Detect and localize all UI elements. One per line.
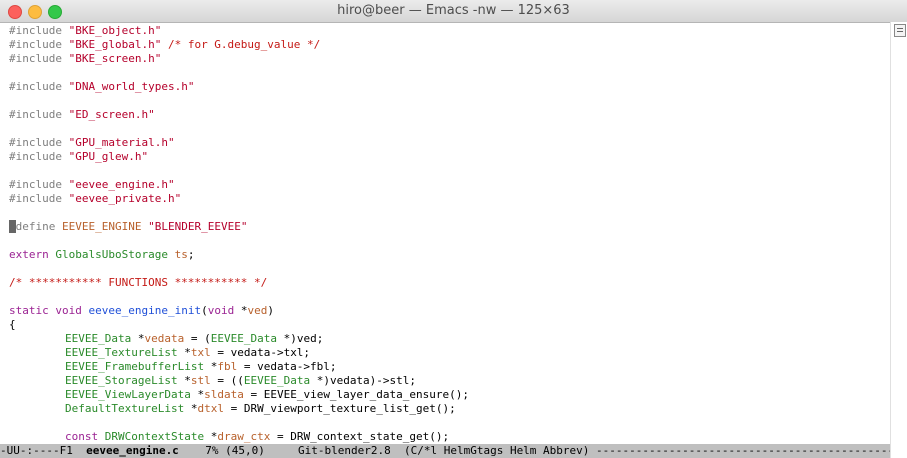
- code-line: #include "GPU_glew.h": [9, 150, 149, 163]
- mode-line: -UU-:----F1 eevee_engine.c 7% (45,0) Git…: [0, 444, 890, 458]
- code-line: EEVEE_FramebufferList *fbl = vedata->fbl…: [65, 360, 337, 373]
- code-line: #include "BKE_object.h": [9, 24, 162, 37]
- modeline-fill: ----------------------------------------…: [596, 444, 890, 457]
- code-line: EEVEE_ViewLayerData *sldata = EEVEE_view…: [65, 388, 470, 401]
- code-line: #include "eevee_engine.h": [9, 178, 175, 191]
- code-editor[interactable]: #include "BKE_object.h" #include "BKE_gl…: [0, 22, 890, 444]
- code-line: DefaultTextureList *dtxl = DRW_viewport_…: [65, 402, 456, 415]
- code-line: #define EEVEE_ENGINE "BLENDER_EEVEE": [9, 220, 248, 233]
- scroll-thumb-icon[interactable]: [894, 24, 906, 37]
- modeline-position: 7% (45,0) Git-blender2.8 (C/*l HelmGtags…: [178, 444, 597, 457]
- code-line: #include "GPU_material.h": [9, 136, 175, 149]
- title-bar: hiro@beer — Emacs -nw — 125×63: [0, 0, 907, 23]
- code-line: #include "eevee_private.h": [9, 192, 182, 205]
- code-line: const DRWContextState *draw_ctx = DRW_co…: [65, 430, 450, 443]
- code-line: EEVEE_TextureList *txl = vedata->txl;: [65, 346, 311, 359]
- text-cursor: #: [9, 220, 16, 233]
- code-line: #include "DNA_world_types.h": [9, 80, 195, 93]
- modeline-buffer-name[interactable]: eevee_engine.c: [86, 444, 179, 457]
- window-title: hiro@beer — Emacs -nw — 125×63: [337, 3, 570, 18]
- code-line: static void eevee_engine_init(void *ved): [9, 304, 274, 317]
- code-line: #include "ED_screen.h": [9, 108, 155, 121]
- modeline-status: -UU-:----F1: [0, 444, 87, 457]
- vertical-scrollbar[interactable]: [890, 22, 907, 458]
- code-line: #include "BKE_screen.h": [9, 52, 162, 65]
- code-line: EEVEE_StorageList *stl = ((EEVEE_Data *)…: [65, 374, 417, 387]
- code-line: #include "BKE_global.h" /* for G.debug_v…: [9, 38, 321, 51]
- code-line: extern GlobalsUboStorage ts;: [9, 248, 195, 261]
- code-line: EEVEE_Data *vedata = (EEVEE_Data *)ved;: [65, 332, 324, 345]
- code-line: {: [9, 318, 16, 331]
- code-line: /* *********** FUNCTIONS *********** */: [9, 276, 268, 289]
